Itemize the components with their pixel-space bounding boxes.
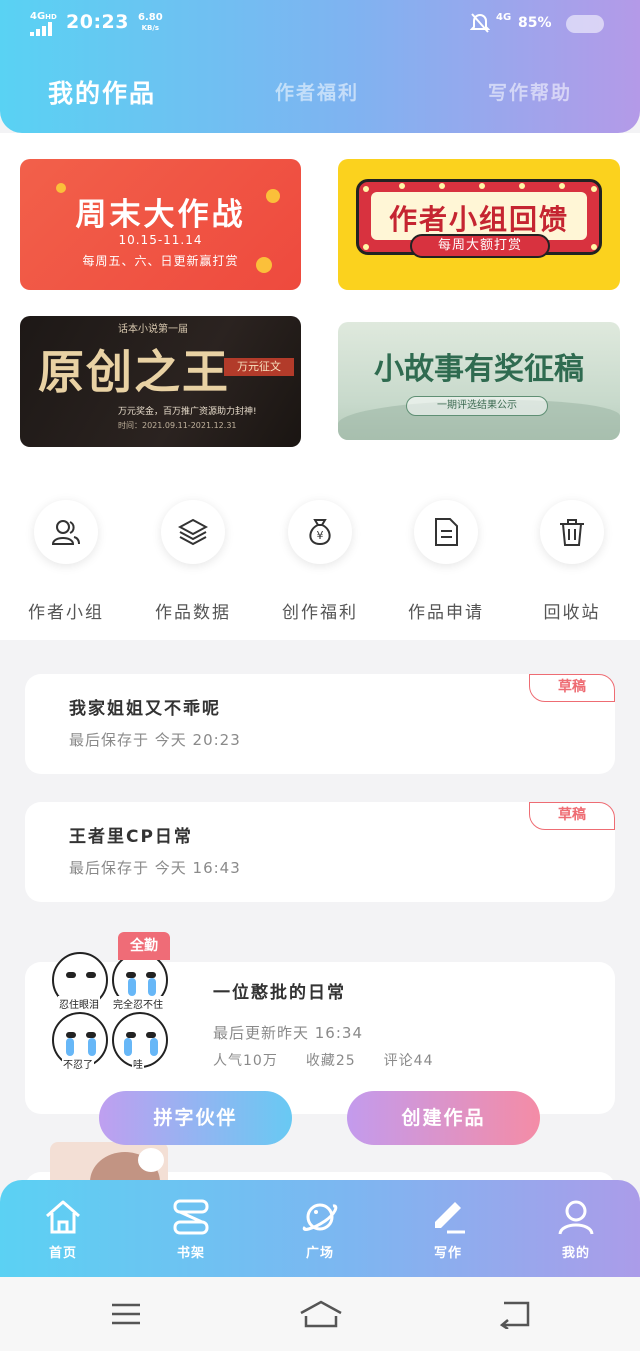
nav-home[interactable]: 首页: [18, 1198, 108, 1268]
trash-icon: [560, 519, 584, 546]
banner-title: 周末大作战: [75, 197, 246, 233]
work-card[interactable]: 王者里CP日常 最后保存于 今天 16:43 草稿: [25, 802, 615, 902]
banner-desc: 万元奖金，百万推广资源助力封神!: [118, 407, 257, 417]
nav-label: 广场: [305, 1246, 334, 1261]
users-icon: [51, 520, 80, 545]
nav-square[interactable]: 广场: [275, 1198, 365, 1268]
back-icon[interactable]: [496, 1299, 536, 1329]
nav-profile[interactable]: 我的: [531, 1198, 621, 1268]
cover-caption: 完全忍不住: [112, 996, 164, 1011]
work-title: 一位憨批的日常: [213, 983, 346, 1003]
document-icon: [435, 518, 458, 546]
comments-stat: 评论44: [383, 1053, 434, 1069]
svg-text:¥: ¥: [317, 529, 324, 542]
work-title: 我家姐姐又不乖呢: [69, 699, 221, 719]
battery-percent: 85%: [518, 15, 552, 31]
tab-my-works[interactable]: 我的作品: [48, 74, 156, 110]
popularity-stat: 人气10万: [213, 1053, 278, 1069]
system-nav-bar: [0, 1277, 640, 1351]
banner-pill: 一期评选结果公示: [406, 396, 548, 416]
tab-writing-help[interactable]: 写作帮助: [488, 78, 572, 105]
quick-work-data[interactable]: 作品数据: [133, 500, 253, 630]
cover-caption: 哇: [132, 1056, 144, 1071]
pen-icon: [435, 1202, 465, 1234]
money-bag-icon: ¥: [309, 519, 331, 546]
nav-label: 首页: [48, 1246, 77, 1261]
create-work-button[interactable]: 创建作品: [347, 1091, 540, 1145]
work-card[interactable]: 我家姐姐又不乖呢 最后保存于 今天 20:23 草稿: [25, 674, 615, 774]
banner-inner: 作者小组回馈: [371, 192, 587, 240]
quick-creation-benefits[interactable]: ¥ 创作福利: [260, 500, 380, 630]
work-updated-time: 最后更新昨天 16:34: [213, 1024, 363, 1042]
banner-title: 原创之王: [38, 345, 230, 399]
banner-title: 小故事有奖征稿: [374, 352, 584, 387]
quick-work-application[interactable]: 作品申请: [386, 500, 506, 630]
quick-label: 作品申请: [408, 603, 484, 623]
cover-caption: 不忍了: [62, 1056, 94, 1071]
work-title: 王者里CP日常: [69, 827, 193, 847]
work-saved-time: 最后保存于 今天 16:43: [69, 859, 241, 877]
app-screen: 4GHD 20:23 6.80 KB/s 4G 85% 我的作品 作者福利 写作帮…: [0, 0, 640, 1351]
draft-badge: 草稿: [529, 674, 615, 702]
favorites-stat: 收藏25: [305, 1053, 356, 1069]
battery-icon: [566, 15, 604, 33]
nav-label: 写作: [433, 1246, 462, 1261]
banner-badge: 万元征文: [224, 358, 294, 376]
mute-bell-icon: [470, 13, 490, 33]
banner-title: 作者小组回馈: [388, 203, 569, 236]
banner-original-king[interactable]: 话本小说第一届 原创之王 万元征文 万元奖金，百万推广资源助力封神! 时间：20…: [20, 316, 301, 447]
banner-desc: 每周五、六、日更新赢打赏: [82, 254, 239, 268]
quick-label: 回收站: [543, 603, 601, 623]
nav-bookshelf[interactable]: 书架: [146, 1198, 236, 1268]
network-type: 4GHD: [30, 11, 57, 22]
quick-author-group[interactable]: 作者小组: [6, 500, 126, 630]
banner-author-group[interactable]: 作者小组回馈 每周大额打赏: [338, 159, 620, 290]
home-button-icon[interactable]: [298, 1299, 344, 1329]
draft-badge: 草稿: [529, 802, 615, 830]
bottom-nav: 首页 书架 广场 写作 我的: [0, 1180, 640, 1277]
layers-icon: [178, 518, 208, 546]
quick-label: 作品数据: [155, 603, 231, 623]
home-icon: [46, 1200, 80, 1234]
quick-recycle-bin[interactable]: 回收站: [512, 500, 632, 630]
bookshelf-icon: [173, 1199, 209, 1235]
nav-label: 书架: [176, 1246, 205, 1261]
cover-caption: 忍住眼泪: [58, 996, 100, 1011]
nav-write[interactable]: 写作: [403, 1198, 493, 1268]
banner-weekend-battle[interactable]: 周末大作战 10.15-11.14 每周五、六、日更新赢打赏: [20, 159, 301, 290]
full-attendance-badge: 全勤: [118, 932, 170, 960]
nav-label: 我的: [561, 1246, 590, 1261]
clock: 20:23: [66, 11, 129, 33]
cell-4g: 4G: [496, 12, 512, 23]
profile-icon: [558, 1200, 594, 1235]
signal-icon: [30, 22, 56, 36]
header: 4GHD 20:23 6.80 KB/s 4G 85% 我的作品 作者福利 写作帮…: [0, 0, 640, 133]
status-bar: 4GHD 20:23 6.80 KB/s 4G 85%: [0, 0, 640, 48]
banner-tag: 每周大额打赏: [410, 234, 550, 258]
banner-subtitle: 话本小说第一届: [118, 324, 188, 335]
banner-dates: 10.15-11.14: [118, 233, 203, 247]
quick-label: 创作福利: [282, 603, 358, 623]
quick-label: 作者小组: [28, 603, 104, 623]
tab-author-benefits[interactable]: 作者福利: [275, 78, 359, 105]
menu-icon[interactable]: [106, 1299, 146, 1329]
writing-partner-button[interactable]: 拼字伙伴: [99, 1091, 292, 1145]
work-stats: 人气10万 收藏25 评论44: [213, 1050, 461, 1070]
net-speed: 6.80 KB/s: [138, 12, 163, 33]
planet-icon: [302, 1203, 338, 1231]
work-saved-time: 最后保存于 今天 20:23: [69, 731, 241, 749]
banner-short-story[interactable]: 小故事有奖征稿 一期评选结果公示: [338, 322, 620, 440]
tab-bar: 我的作品 作者福利 写作帮助: [0, 78, 640, 118]
work-cover-image[interactable]: 忍住眼泪 完全忍不住 不忍了 哇: [50, 950, 170, 1071]
banner-period: 时间：2021.09.11-2021.12.31: [118, 421, 237, 430]
